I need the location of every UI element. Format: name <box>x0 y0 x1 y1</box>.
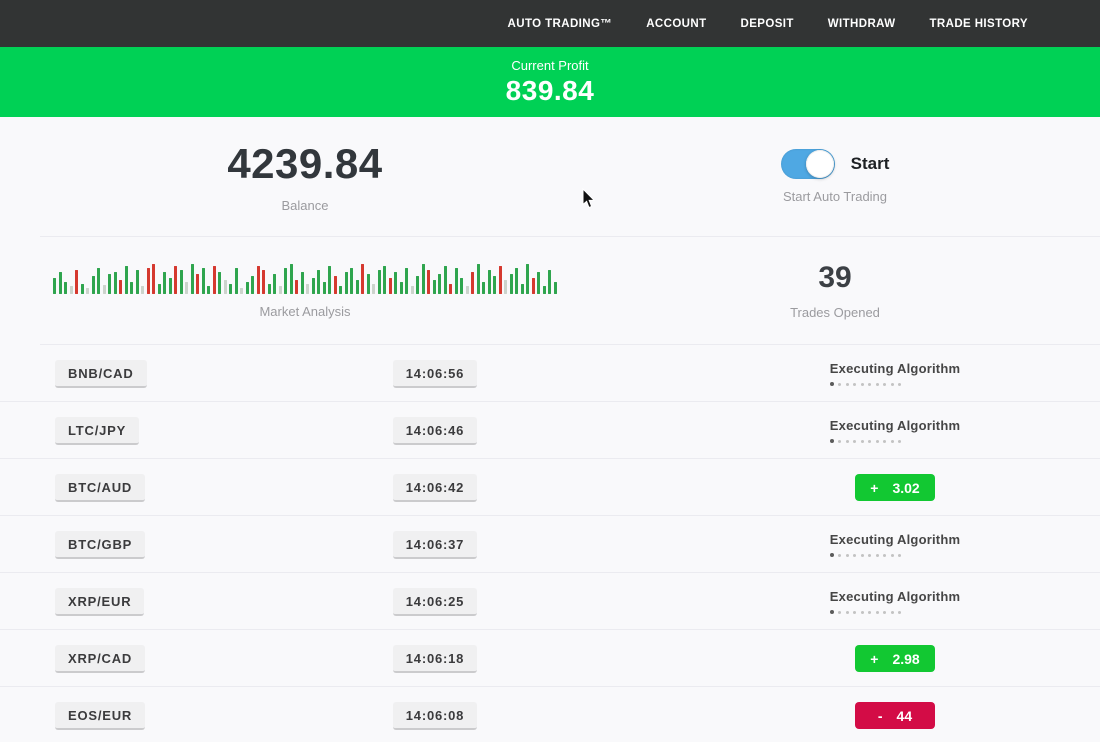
pair-pill[interactable]: XRP/CAD <box>55 645 145 673</box>
toggle-label: Start <box>851 154 890 174</box>
result-value: 2.98 <box>892 651 919 667</box>
nav-item[interactable]: ACCOUNT <box>646 18 706 30</box>
time-pill[interactable]: 14:06:08 <box>393 702 477 730</box>
nav-item[interactable]: AUTO TRADING™ <box>508 18 613 30</box>
stats-section: 4239.84 Balance Start Start Auto Trading… <box>40 117 1100 345</box>
trades-opened-label: Trades Opened <box>790 305 880 320</box>
time-pill[interactable]: 14:06:46 <box>393 417 477 445</box>
time-pill[interactable]: 14:06:42 <box>393 474 477 502</box>
executing-algorithm-label: Executing Algorithm <box>830 361 960 376</box>
nav-item[interactable]: TRADE HISTORY <box>930 18 1029 30</box>
balance-value: 4239.84 <box>227 140 382 188</box>
executing-progress-dots <box>830 382 960 386</box>
trade-row: BTC/AUD 14:06:42 + 3.02 <box>0 459 1100 516</box>
trade-result-badge: + 2.98 <box>855 645 935 672</box>
market-analysis-block: Market Analysis <box>40 237 570 344</box>
executing-algorithm-label: Executing Algorithm <box>830 532 960 547</box>
pair-pill[interactable]: BNB/CAD <box>55 360 147 388</box>
toggle-sublabel: Start Auto Trading <box>783 189 887 204</box>
trade-row: XRP/EUR 14:06:25 Executing Algorithm <box>0 573 1100 630</box>
pair-pill[interactable]: BTC/AUD <box>55 474 145 502</box>
trade-result-badge: - 44 <box>855 702 935 729</box>
executing-algorithm-label: Executing Algorithm <box>830 589 960 604</box>
trades-list: BNB/CAD 14:06:56 Executing Algorithm LTC… <box>0 345 1100 742</box>
trade-row: EOS/EUR 14:06:08 - 44 <box>0 687 1100 742</box>
auto-trading-toggle[interactable] <box>781 149 835 179</box>
current-profit-value: 839.84 <box>506 75 595 107</box>
pair-pill[interactable]: XRP/EUR <box>55 588 144 616</box>
trade-row: XRP/CAD 14:06:18 + 2.98 <box>0 630 1100 687</box>
current-profit-banner: Current Profit 839.84 <box>0 47 1100 117</box>
time-pill[interactable]: 14:06:18 <box>393 645 477 673</box>
trade-row: LTC/JPY 14:06:46 Executing Algorithm <box>0 402 1100 459</box>
current-profit-label: Current Profit <box>511 58 588 73</box>
balance-block: 4239.84 Balance <box>40 117 570 236</box>
result-sign: + <box>870 651 878 667</box>
time-pill[interactable]: 14:06:25 <box>393 588 477 616</box>
time-pill[interactable]: 14:06:56 <box>393 360 477 388</box>
nav-item[interactable]: DEPOSIT <box>741 18 794 30</box>
time-pill[interactable]: 14:06:37 <box>393 531 477 559</box>
market-analysis-label: Market Analysis <box>259 304 350 319</box>
trade-row: BTC/GBP 14:06:37 Executing Algorithm <box>0 516 1100 573</box>
top-nav: AUTO TRADING™ ACCOUNT DEPOSIT WITHDRAW T… <box>0 0 1100 47</box>
auto-trading-block: Start Start Auto Trading <box>570 117 1100 236</box>
pair-pill[interactable]: LTC/JPY <box>55 417 139 445</box>
result-value: 44 <box>897 708 913 724</box>
executing-progress-dots <box>830 553 960 557</box>
result-sign: + <box>870 480 878 496</box>
trade-result-badge: + 3.02 <box>855 474 935 501</box>
executing-progress-dots <box>830 610 960 614</box>
nav-item[interactable]: WITHDRAW <box>828 18 896 30</box>
result-sign: - <box>878 708 883 724</box>
pair-pill[interactable]: BTC/GBP <box>55 531 145 559</box>
executing-algorithm-label: Executing Algorithm <box>830 418 960 433</box>
result-value: 3.02 <box>892 480 919 496</box>
trade-row: BNB/CAD 14:06:56 Executing Algorithm <box>0 345 1100 402</box>
trades-opened-value: 39 <box>818 261 851 295</box>
balance-label: Balance <box>282 198 329 213</box>
executing-progress-dots <box>830 439 960 443</box>
market-analysis-chart <box>53 262 557 294</box>
toggle-knob <box>806 150 834 178</box>
pair-pill[interactable]: EOS/EUR <box>55 702 145 730</box>
trades-opened-block: 39 Trades Opened <box>570 237 1100 344</box>
